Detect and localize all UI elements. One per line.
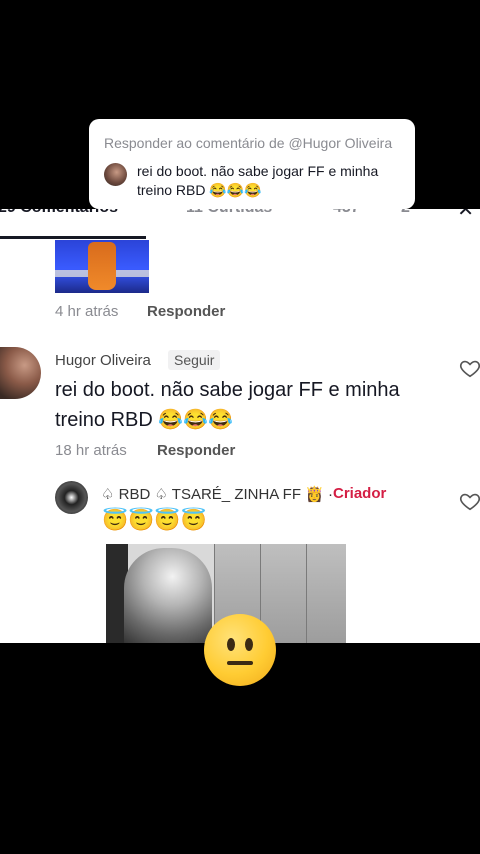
popup-title: Responder ao comentário de @Hugor Olivei…: [104, 135, 393, 151]
tab-underline: [0, 236, 146, 239]
comment-text: rei do boot. não sabe jogar FF e minha t…: [55, 379, 400, 431]
reply-text: 😇😇😇😇: [102, 509, 207, 532]
previous-comment-time: 4 hr atrás: [55, 303, 119, 320]
previous-reply-button[interactable]: Responder: [147, 303, 225, 320]
comment-tabs: 29 Comentários 11 Curtidas 437 2 ✕: [0, 209, 480, 239]
follow-button[interactable]: Seguir: [168, 350, 221, 370]
heart-icon[interactable]: [459, 357, 480, 379]
comments-panel: 29 Comentários 11 Curtidas 437 2 ✕ 4 hr …: [0, 209, 480, 643]
previous-comment-image[interactable]: [55, 240, 149, 293]
comment-time: 18 hr atrás: [55, 442, 127, 459]
tab-comments[interactable]: 29 Comentários: [0, 209, 118, 217]
comment-username[interactable]: Hugor Oliveira: [55, 352, 151, 369]
reply-username[interactable]: ♤ RBD ♤ TSARÉ_ ZINHA FF 👸 ·: [101, 485, 333, 503]
tab-count[interactable]: 437: [333, 209, 360, 217]
popup-avatar: [104, 163, 127, 186]
close-icon[interactable]: ✕: [457, 209, 474, 222]
reply-avatar[interactable]: [55, 481, 88, 514]
tab-likes[interactable]: 11 Curtidas: [186, 209, 272, 217]
reply-context-popup: Responder ao comentário de @Hugor Olivei…: [89, 119, 415, 209]
tab-fourth[interactable]: 2: [401, 209, 410, 217]
popup-quoted-text: rei do boot. não sabe jogar FF e minha t…: [137, 163, 379, 198]
neutral-face-icon: [204, 614, 276, 686]
creator-badge: Criador: [333, 485, 387, 502]
heart-icon[interactable]: [459, 490, 480, 512]
comment-reply-button[interactable]: Responder: [157, 442, 235, 459]
avatar[interactable]: [0, 347, 41, 399]
